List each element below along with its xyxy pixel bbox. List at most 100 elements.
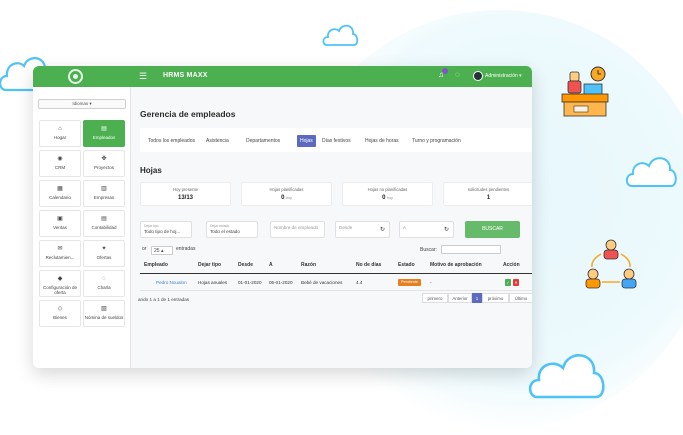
sidebar-item[interactable]: ▤ Contabilidad [83, 210, 125, 237]
chat-icon[interactable]: ◌ [455, 70, 460, 79]
status-value: Todo el estado [210, 229, 240, 234]
sidebar-item[interactable]: ▧ Nómina de sueldos [83, 300, 125, 327]
column-header[interactable]: Empleado [144, 262, 168, 268]
approve-button[interactable]: ✓ [505, 279, 511, 286]
tab-item[interactable]: Hojas [297, 135, 316, 147]
tab-bar: Todos los empleados Asistencia Departament… [140, 128, 532, 152]
sidebar-item[interactable]: ▤ Empleados [83, 120, 125, 147]
tab-item[interactable]: Turno y programación [409, 135, 464, 147]
show-label: or [142, 246, 147, 252]
tab-item[interactable]: Asistencia [203, 135, 232, 147]
stat-label: Hoy presente [173, 187, 198, 192]
sidebar-item[interactable]: ◉ CRM [39, 150, 81, 177]
status-label: Dejar estado [210, 224, 230, 228]
sidebar-item-label: Ofertas [96, 255, 112, 260]
stat-card: Hojas no planificadas 0 hoy [342, 182, 433, 206]
sidebar-item[interactable]: ▣ Ventas [39, 210, 81, 237]
user-name: Administración [485, 73, 518, 79]
sidebar-item[interactable]: ⌂ Hogar [39, 120, 81, 147]
column-header[interactable]: Motivo de aprobación [430, 262, 482, 268]
stat-value-wrap: 0 hoy [343, 195, 432, 201]
table-controls: or 25 ▴ entradas Buscar: [142, 245, 532, 256]
notification-badge [442, 68, 448, 74]
from-date-input[interactable]: Desde ↻ [335, 221, 390, 238]
sidebar-item-label: Nómina de sueldos [84, 315, 124, 320]
assets-icon: ◇ [57, 306, 63, 312]
language-label: Idiomas [72, 101, 89, 106]
tab-item[interactable]: Todos los empleados [145, 135, 198, 147]
to-placeholder: A [403, 225, 407, 230]
sidebar-item[interactable]: ✤ Proyectos [83, 150, 125, 177]
sales-icon: ▣ [57, 216, 63, 222]
table-cell: 06-01-2020 [269, 280, 293, 285]
from-placeholder: Desde [339, 225, 353, 230]
table-info: ando 1 a 1 de 1 entradas [138, 297, 190, 302]
search-label: Buscar: [420, 247, 437, 253]
calendar-icon: ▦ [57, 186, 63, 192]
prev-page-button[interactable]: Anterior [448, 293, 472, 303]
table-search-input[interactable] [441, 245, 501, 254]
employee-link[interactable]: Pedro Noualon [156, 280, 187, 285]
refresh-icon[interactable]: ↻ [444, 226, 449, 233]
last-page-button[interactable]: Último [509, 293, 532, 303]
leave-type-value: Todo tipo de hoj... [144, 229, 181, 234]
sidebar-item-label: Configuración de oferta [42, 285, 78, 295]
sidebar-item[interactable]: ◌ Charla [83, 270, 125, 297]
projects-icon: ✤ [101, 156, 107, 162]
leave-type-label: Dejar tipo [144, 224, 159, 228]
tab-item[interactable]: Departamentos [243, 135, 283, 147]
sidebar-item-label: Reclutamien... [45, 255, 75, 260]
sidebar-item[interactable]: ✦ Ofertas [83, 240, 125, 267]
table-cell: Hojas anuales [198, 280, 228, 285]
table-cell: 01-01-2020 [238, 280, 262, 285]
header-divider [140, 273, 532, 274]
stat-value: 13/13 [177, 195, 193, 201]
avatar[interactable] [473, 71, 483, 81]
column-header[interactable]: A [269, 262, 273, 268]
entries-label: entradas [176, 246, 196, 252]
top-navbar: ☰ HRMS MAXX ♫ ◌ Administración ▾ [33, 66, 532, 87]
reject-button[interactable]: ✕ [513, 279, 519, 286]
leave-type-select[interactable]: Dejar tipo Todo tipo de hoj... [140, 221, 192, 238]
page-size-value: 25 [154, 248, 160, 254]
refresh-icon[interactable]: ↻ [380, 226, 385, 233]
employee-name-input[interactable]: Nombre de empleado [270, 221, 325, 238]
status-select[interactable]: Dejar estado Todo el estado [206, 221, 258, 238]
column-header[interactable]: Razón [301, 262, 316, 268]
stat-value: 0 [281, 195, 285, 201]
column-header[interactable]: Dejar tipo [198, 262, 221, 268]
to-date-input[interactable]: A ↻ [399, 221, 454, 238]
table-cell: Bebé de vacaciones [301, 280, 343, 285]
table-cell: - [430, 280, 432, 285]
column-header[interactable]: No de días [356, 262, 381, 268]
column-header[interactable]: Acción [503, 262, 520, 268]
logo-icon [68, 69, 83, 84]
stat-unit: hoy [387, 196, 393, 200]
stat-value-wrap: 13/13 [141, 195, 230, 201]
sidebar-item[interactable]: ◇ Bienes [39, 300, 81, 327]
offers-icon: ✦ [101, 246, 107, 252]
user-menu[interactable]: Administración ▾ [485, 73, 522, 79]
sidebar-item[interactable]: ▥ Empresas [83, 180, 125, 207]
tab-item[interactable]: Hojas de horas [362, 135, 402, 147]
column-header[interactable]: Desde [238, 262, 253, 268]
search-button[interactable]: BUSCAR [465, 221, 520, 238]
current-page-button[interactable]: 1 [472, 293, 482, 303]
sidebar-item[interactable]: ◆ Configuración de oferta [39, 270, 81, 297]
language-select[interactable]: Idiomas ▾ [38, 99, 126, 109]
employees-icon: ▤ [101, 126, 107, 132]
page-size-select[interactable]: 25 ▴ [151, 246, 173, 255]
sidebar-item[interactable]: ▦ Calendario [39, 180, 81, 207]
page-title: Gerencia de empleados [140, 109, 236, 119]
cloud-icon [528, 343, 608, 401]
column-header[interactable]: Estado [398, 262, 415, 268]
cloud-icon [626, 150, 678, 190]
first-page-button[interactable]: primero [422, 293, 448, 303]
tab-item[interactable]: Días festivos [319, 135, 354, 147]
menu-icon[interactable]: ☰ [139, 71, 147, 82]
sidebar-item[interactable]: ✉ Reclutamien... [39, 240, 81, 267]
sidebar: Idiomas ▾ ⌂ Hogar ▤ Empleados ◉ CRM ✤ Proyectos… [33, 87, 131, 368]
next-page-button[interactable]: próximo [482, 293, 509, 303]
sidebar-item-label: CRM [54, 165, 66, 170]
table-cell: 4.4 [356, 280, 363, 285]
